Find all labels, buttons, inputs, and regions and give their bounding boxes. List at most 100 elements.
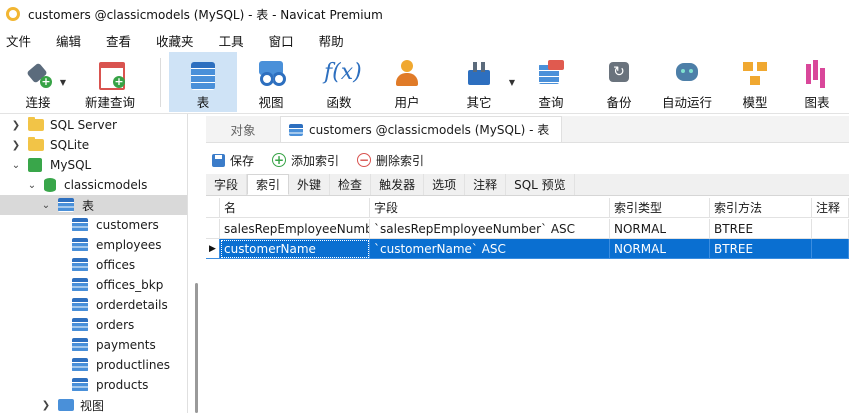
main-toolbar: 连接 ▼ 新建查询 表 视图 f(x) 函数 用户 其它 ▼ 查询 备份 自动运… (0, 52, 849, 114)
table-label: 表 (196, 95, 210, 110)
tab-comment[interactable]: 注释 (465, 174, 507, 195)
tree-item-mysql[interactable]: ⌄ MySQL (0, 155, 187, 175)
table-icon (72, 238, 88, 252)
index-method-cell[interactable]: BTREE (710, 239, 812, 259)
tab-objects[interactable]: 对象 (206, 116, 280, 142)
connect-label: 连接 (25, 95, 51, 110)
index-name-cell[interactable]: customerName (220, 239, 370, 259)
index-field-cell[interactable]: `customerName` ASC (370, 239, 610, 259)
table-row[interactable]: ▶ customerName `customerName` ASC NORMAL… (206, 239, 849, 259)
tree-item-sqlite[interactable]: ❯ SQLite (0, 135, 187, 155)
add-index-label: 添加索引 (291, 153, 340, 168)
tree-item-classicmodels[interactable]: ⌄ classicmodels (0, 175, 187, 195)
tree-item-offices-bkp[interactable]: offices_bkp (0, 275, 187, 295)
model-label: 模型 (742, 95, 768, 110)
tab-indexes[interactable]: 索引 (247, 174, 290, 195)
index-action-bar: 保存 + 添加索引 − 删除索引 (206, 148, 849, 172)
tree-item-label: offices (96, 258, 136, 272)
new-query-button[interactable]: 新建查询 (68, 52, 152, 112)
tree-item-label: classicmodels (64, 178, 148, 192)
user-button[interactable]: 用户 (373, 52, 441, 112)
tab-triggers[interactable]: 触发器 (371, 174, 425, 195)
index-comment-cell[interactable] (812, 239, 849, 259)
menu-window[interactable]: 窗口 (267, 31, 307, 50)
backup-icon (604, 58, 634, 88)
backup-button[interactable]: 备份 (585, 52, 653, 112)
index-name-cell[interactable]: salesRepEmployeeNumber (220, 219, 370, 239)
tab-sql-preview[interactable]: SQL 预览 (506, 174, 575, 195)
tree-item-sql-server[interactable]: ❯ SQL Server (0, 115, 187, 135)
add-index-button[interactable]: + 添加索引 (272, 152, 339, 169)
chevron-down-icon[interactable]: ▼ (509, 78, 515, 87)
folder-icon (28, 137, 44, 151)
row-marker-header (206, 198, 220, 218)
index-type-cell[interactable]: NORMAL (610, 239, 710, 259)
tab-fields[interactable]: 字段 (206, 174, 248, 195)
tab-checks[interactable]: 检查 (330, 174, 372, 195)
menu-edit[interactable]: 编辑 (54, 31, 94, 50)
column-header-index-method[interactable]: 索引方法 (710, 198, 812, 218)
chevron-down-icon[interactable]: ⌄ (26, 180, 38, 191)
model-icon (740, 58, 770, 88)
tab-customers-table[interactable]: customers @classicmodels (MySQL) - 表 (280, 116, 563, 142)
chart-button[interactable]: 图表 (789, 52, 845, 112)
sidebar-scrollbar[interactable] (195, 283, 198, 413)
menu-tools[interactable]: 工具 (217, 31, 257, 50)
view-button[interactable]: 视图 (237, 52, 305, 112)
tree-item-employees[interactable]: employees (0, 235, 187, 255)
column-header-field[interactable]: 字段 (370, 198, 610, 218)
function-button[interactable]: f(x) 函数 (305, 52, 373, 112)
column-header-index-type[interactable]: 索引类型 (610, 198, 710, 218)
save-label: 保存 (230, 153, 255, 168)
automation-label: 自动运行 (661, 95, 712, 110)
chevron-right-icon[interactable]: ❯ (40, 400, 52, 411)
column-header-name[interactable]: 名 (220, 198, 370, 218)
chevron-down-icon[interactable]: ⌄ (10, 160, 22, 171)
index-comment-cell[interactable] (812, 219, 849, 239)
database-icon (44, 178, 56, 192)
menu-file[interactable]: 文件 (4, 31, 44, 50)
tree-item-products[interactable]: products (0, 375, 187, 395)
menu-help[interactable]: 帮助 (317, 31, 357, 50)
tree-item-offices[interactable]: offices (0, 255, 187, 275)
tree-item-label: orderdetails (96, 298, 168, 312)
tree-item-productlines[interactable]: productlines (0, 355, 187, 375)
table-icon (72, 258, 88, 272)
chevron-down-icon[interactable]: ▼ (60, 78, 66, 87)
table-icon (72, 218, 88, 232)
other-button[interactable]: 其它 ▼ (441, 52, 517, 112)
automation-button[interactable]: 自动运行 (653, 52, 721, 112)
tree-item-payments[interactable]: payments (0, 335, 187, 355)
chevron-right-icon[interactable]: ❯ (10, 140, 22, 151)
index-field-cell[interactable]: `salesRepEmployeeNumber` ASC (370, 219, 610, 239)
backup-label: 备份 (606, 95, 632, 110)
tree-item-tables[interactable]: ⌄ 表 (0, 195, 187, 215)
table-icon (289, 123, 303, 136)
index-method-cell[interactable]: BTREE (710, 219, 812, 239)
save-button[interactable]: 保存 (212, 152, 254, 169)
tree-item-customers[interactable]: customers (0, 215, 187, 235)
tab-options[interactable]: 选项 (424, 174, 466, 195)
menu-favorites[interactable]: 收藏夹 (154, 31, 207, 50)
chevron-right-icon[interactable]: ❯ (10, 120, 22, 131)
tab-foreign-keys[interactable]: 外键 (289, 174, 331, 195)
column-header-comment[interactable]: 注释 (812, 198, 849, 218)
model-button[interactable]: 模型 (721, 52, 789, 112)
table-button[interactable]: 表 (169, 52, 237, 112)
navicat-logo-icon (6, 7, 20, 21)
table-row[interactable]: salesRepEmployeeNumber `salesRepEmployee… (206, 219, 849, 239)
new-query-icon (95, 58, 125, 90)
delete-index-button[interactable]: − 删除索引 (357, 152, 424, 169)
tree-item-label: 视图 (80, 398, 105, 413)
document-tab-bar: 对象 customers @classicmodels (MySQL) - 表 (206, 116, 849, 143)
tree-item-views[interactable]: ❯ 视图 (0, 395, 187, 413)
chevron-down-icon[interactable]: ⌄ (40, 200, 52, 211)
table-icon (72, 318, 88, 332)
query-button[interactable]: 查询 (517, 52, 585, 112)
connect-button[interactable]: 连接 ▼ (8, 52, 68, 112)
tree-item-orderdetails[interactable]: orderdetails (0, 295, 187, 315)
window-title: customers @classicmodels (MySQL) - 表 - N… (28, 7, 383, 22)
tree-item-orders[interactable]: orders (0, 315, 187, 335)
index-type-cell[interactable]: NORMAL (610, 219, 710, 239)
menu-view[interactable]: 查看 (104, 31, 144, 50)
